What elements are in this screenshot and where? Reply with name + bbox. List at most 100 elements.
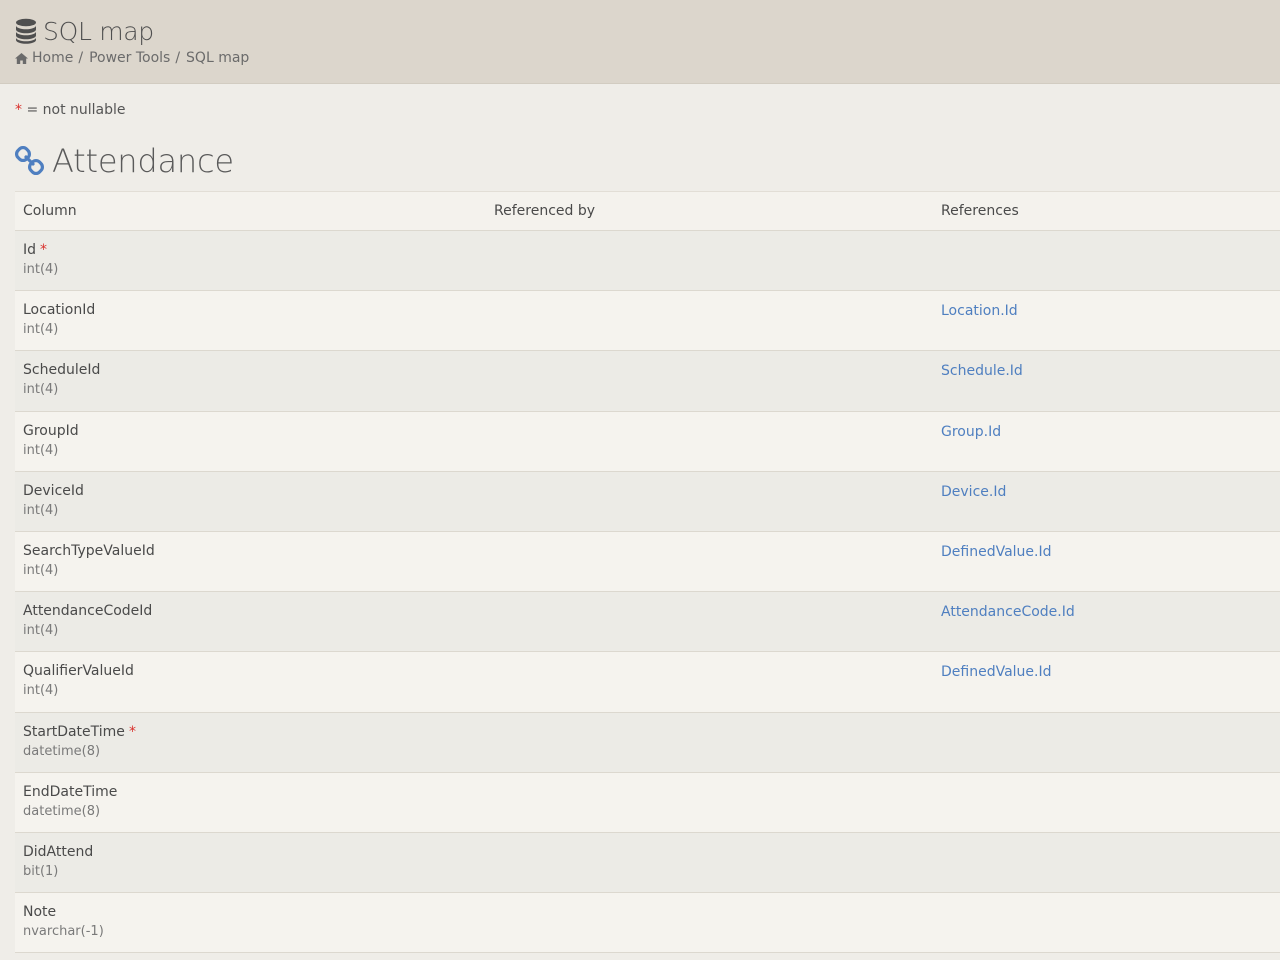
column-cell: QualifierValueId int(4): [15, 661, 486, 711]
table-row: DidAttend bit(1): [15, 832, 1280, 894]
reference-link[interactable]: Device.Id: [941, 484, 1006, 500]
reference-link[interactable]: Group.Id: [941, 424, 1001, 440]
column-cell: Note nvarchar(-1): [15, 902, 486, 952]
referenced-by-cell: [486, 421, 933, 471]
column-name: QualifierValueId: [23, 663, 134, 680]
page-title: SQL map: [15, 12, 1265, 50]
reference-link[interactable]: AttendanceCode.Id: [941, 604, 1075, 620]
table-row: LocationId int(4) Location.Id: [15, 291, 1280, 352]
referenced-by-cell: [486, 300, 933, 350]
references-cell: [933, 722, 1280, 772]
column-cell: EndDateTime datetime(8): [15, 782, 486, 832]
column-name-line: DidAttend: [23, 842, 486, 862]
table-row: QualifierValueId int(4) DefinedValue.Id: [15, 652, 1280, 713]
home-icon: [15, 52, 28, 64]
reference-link[interactable]: Schedule.Id: [941, 363, 1023, 379]
table-body: Id * int(4) LocationId int(4) Location.Id Sche…: [15, 231, 1280, 954]
table-row: Note nvarchar(-1): [15, 893, 1280, 954]
references-cell: [933, 782, 1280, 832]
column-name: AttendanceCodeId: [23, 603, 153, 620]
column-type: int(4): [23, 502, 59, 518]
column-type: int(4): [23, 262, 59, 277]
referenced-by-cell: [486, 481, 933, 531]
column-cell: LocationId int(4): [15, 300, 486, 350]
header-column: Column: [23, 203, 77, 219]
column-cell: DidAttend bit(1): [15, 842, 486, 892]
referenced-by-cell: [486, 782, 933, 832]
references-cell: Location.Id: [933, 300, 1280, 350]
column-name-line: LocationId: [23, 300, 486, 320]
page-header: SQL map Home / Power Tools / SQL map: [0, 0, 1280, 84]
column-name-line: StartDateTime *: [23, 722, 486, 742]
legend-text: = not nullable: [22, 102, 126, 118]
references-cell: DefinedValue.Id: [933, 541, 1280, 591]
references-cell: DefinedValue.Id: [933, 661, 1280, 711]
reference-link[interactable]: DefinedValue.Id: [941, 544, 1052, 560]
referenced-by-cell: [486, 541, 933, 591]
column-cell: GroupId int(4): [15, 421, 486, 471]
column-name: Id: [23, 242, 37, 258]
columns-table: Column Referenced by References Id * int(4…: [15, 191, 1280, 954]
column-name: EndDateTime: [23, 783, 118, 800]
column-name: GroupId: [23, 422, 79, 439]
breadcrumb-sql-map: SQL map: [186, 50, 250, 66]
column-name-line: EndDateTime: [23, 782, 486, 802]
table-header: Column Referenced by References: [15, 192, 1280, 231]
column-name-line: ScheduleId: [23, 360, 486, 380]
column-name-line: GroupId: [23, 421, 486, 441]
table-row: Id * int(4): [15, 231, 1280, 292]
referenced-by-cell: [486, 661, 933, 711]
breadcrumb-home[interactable]: Home: [32, 50, 73, 66]
column-name: DeviceId: [23, 482, 84, 499]
references-cell: AttendanceCode.Id: [933, 601, 1280, 651]
table-row: StartDateTime * datetime(8): [15, 712, 1280, 773]
column-name-line: AttendanceCodeId: [23, 601, 486, 621]
column-name: Note: [23, 904, 57, 921]
column-type: int(4): [23, 382, 59, 398]
table-row: AttendanceCodeId int(4) AttendanceCode.Id: [15, 592, 1280, 653]
required-marker: *: [128, 723, 136, 740]
header-referenced-by: Referenced by: [494, 203, 596, 219]
column-type: nvarchar(-1): [23, 924, 104, 940]
breadcrumb-power-tools[interactable]: Power Tools: [89, 50, 170, 66]
column-type: int(4): [23, 322, 59, 338]
table-row: ScheduleId int(4) Schedule.Id: [15, 351, 1280, 412]
references-cell: [933, 842, 1280, 892]
column-name: LocationId: [23, 302, 96, 319]
column-name-line: Note: [23, 902, 486, 922]
column-cell: ScheduleId int(4): [15, 360, 486, 410]
referenced-by-cell: [486, 360, 933, 410]
references-cell: Group.Id: [933, 421, 1280, 471]
references-cell: Device.Id: [933, 481, 1280, 531]
nullable-legend: * = not nullable: [15, 102, 1280, 122]
column-cell: AttendanceCodeId int(4): [15, 601, 486, 651]
table-row: GroupId int(4) Group.Id: [15, 411, 1280, 472]
column-name-line: SearchTypeValueId: [23, 541, 486, 561]
column-name: StartDateTime: [23, 723, 125, 740]
column-type: int(4): [23, 442, 59, 458]
column-cell: DeviceId int(4): [15, 481, 486, 531]
references-cell: [933, 240, 1280, 290]
referenced-by-cell: [486, 601, 933, 651]
breadcrumb-separator: /: [175, 50, 181, 66]
breadcrumb-separator: /: [78, 50, 84, 66]
column-name-line: Id *: [23, 240, 486, 260]
column-type: int(4): [23, 623, 59, 639]
reference-link[interactable]: DefinedValue.Id: [941, 664, 1052, 680]
column-type: int(4): [23, 683, 59, 699]
table-row: DeviceId int(4) Device.Id: [15, 471, 1280, 532]
table-row: EndDateTime datetime(8): [15, 772, 1280, 833]
referenced-by-cell: [486, 722, 933, 772]
referenced-by-cell: [486, 240, 933, 290]
referenced-by-cell: [486, 902, 933, 952]
main-content: * = not nullable Attendance Column Refer…: [0, 102, 1280, 954]
column-name: ScheduleId: [23, 362, 101, 379]
column-name: SearchTypeValueId: [23, 542, 155, 559]
reference-link[interactable]: Location.Id: [941, 303, 1018, 319]
breadcrumb: Home / Power Tools / SQL map: [15, 50, 1265, 66]
column-cell: SearchTypeValueId int(4): [15, 541, 486, 591]
column-type: bit(1): [23, 863, 59, 879]
column-name-line: QualifierValueId: [23, 661, 486, 681]
column-name: DidAttend: [23, 843, 94, 860]
database-icon: [16, 18, 36, 44]
